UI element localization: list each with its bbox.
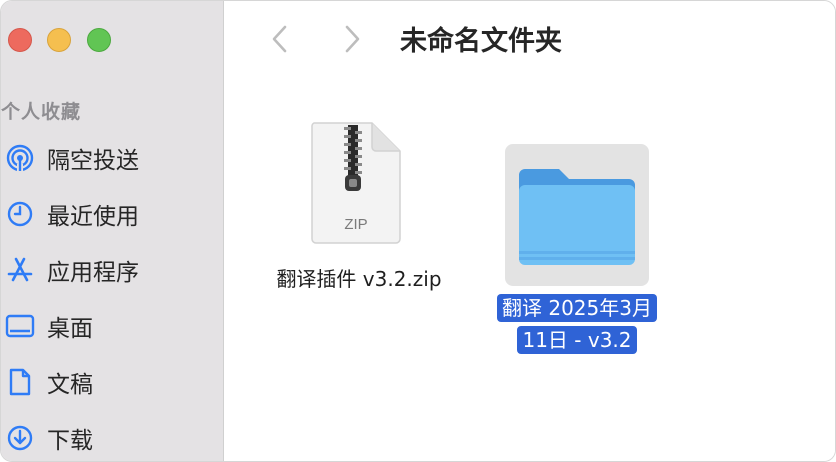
chevron-right-icon: [345, 25, 360, 53]
svg-text:ZIP: ZIP: [344, 216, 367, 233]
sidebar-item-label: 文稿: [47, 372, 93, 398]
favorites-section-header: 个人收藏: [1, 101, 82, 123]
sidebar-item-label: 桌面: [47, 316, 93, 342]
sidebar-item-documents[interactable]: 文稿: [1, 360, 223, 404]
back-button[interactable]: [262, 21, 298, 57]
folder-icon: [519, 169, 635, 265]
desktop-icon: [3, 309, 37, 343]
minimize-window-button[interactable]: [47, 28, 71, 52]
folder-name-label: 翻译 2025年3月 11日 - v3.2: [474, 292, 680, 356]
sidebar-item-airdrop[interactable]: 隔空投送: [1, 136, 223, 180]
sidebar: 个人收藏 隔空投送 最近使用 应用程序 桌面 文稿 下载: [1, 1, 224, 461]
file-name-label: 翻译插件 v3.2.zip: [276, 267, 442, 291]
clock-icon: [3, 197, 37, 231]
close-window-button[interactable]: [8, 28, 32, 52]
zip-file-icon: ZIP: [311, 122, 401, 244]
sidebar-item-label: 应用程序: [47, 260, 139, 286]
window-title: 未命名文件夹: [400, 26, 562, 57]
airdrop-icon: [3, 141, 37, 175]
chevron-left-icon: [272, 25, 287, 53]
folder-name-line2: 11日 - v3.2: [517, 326, 637, 354]
forward-button[interactable]: [334, 21, 370, 57]
sidebar-item-desktop[interactable]: 桌面: [1, 304, 223, 348]
sidebar-item-label: 隔空投送: [47, 148, 139, 174]
folder-name-line1: 翻译 2025年3月: [497, 294, 657, 322]
document-icon: [3, 365, 37, 399]
sidebar-item-applications[interactable]: 应用程序: [1, 248, 223, 292]
sidebar-item-label: 最近使用: [47, 204, 139, 230]
sidebar-item-downloads[interactable]: 下载: [1, 416, 223, 460]
download-icon: [3, 421, 37, 455]
sidebar-item-label: 下载: [47, 428, 93, 454]
applications-icon: [3, 253, 37, 287]
zoom-window-button[interactable]: [87, 28, 111, 52]
main-content: 未命名文件夹 ZIP 翻译插件 v3.2.zip 翻译 2025年3月 11日 …: [224, 1, 835, 461]
sidebar-item-recents[interactable]: 最近使用: [1, 192, 223, 236]
finder-window: 个人收藏 隔空投送 最近使用 应用程序 桌面 文稿 下载 未命名文件夹 ZIP …: [0, 0, 836, 462]
